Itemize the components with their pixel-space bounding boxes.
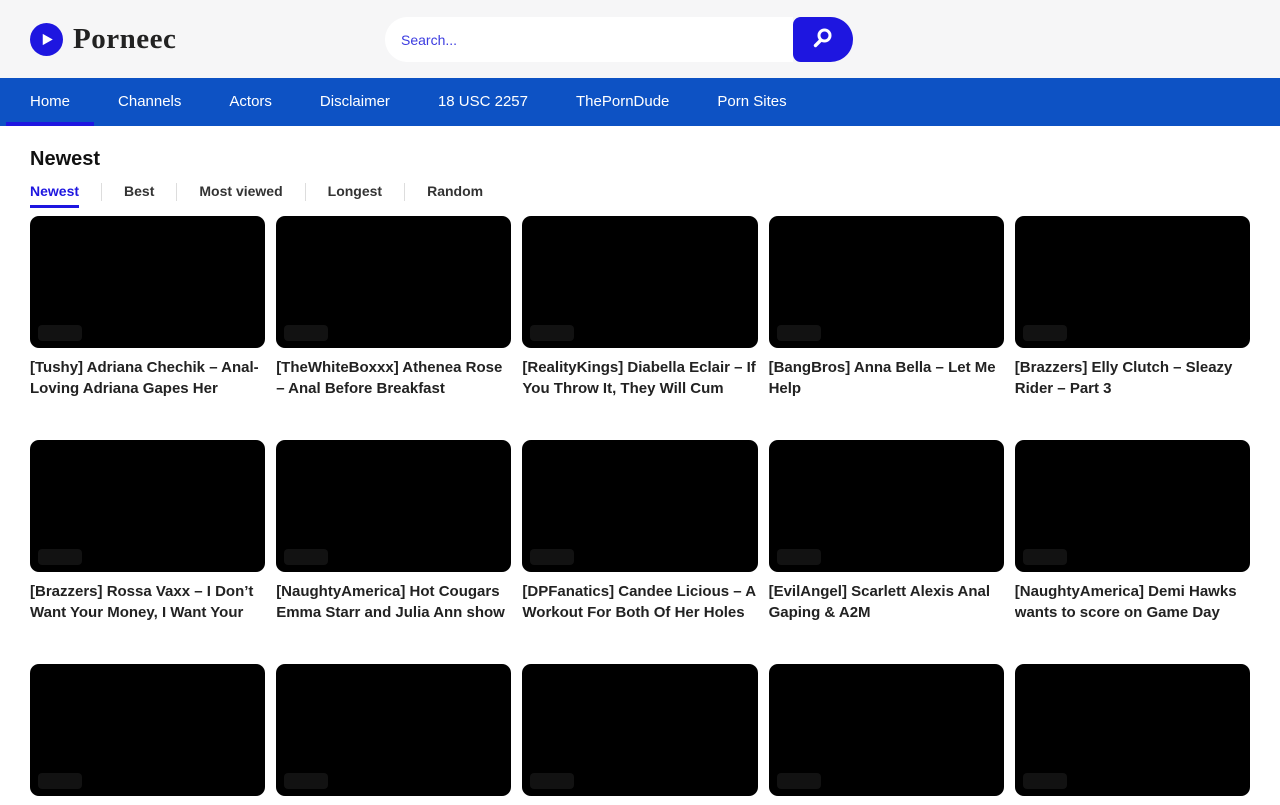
video-card[interactable]: [DPFanatics] Candee Licious – A Workout … xyxy=(522,440,757,623)
duration-badge xyxy=(284,549,328,565)
duration-badge xyxy=(38,773,82,789)
video-title[interactable]: [Brazzers] Elly Clutch – Sleazy Rider – … xyxy=(1015,357,1250,399)
video-thumbnail[interactable] xyxy=(30,664,265,796)
tab-divider xyxy=(305,183,306,201)
duration-badge xyxy=(38,549,82,565)
nav-item-18-usc-2257[interactable]: 18 USC 2257 xyxy=(414,78,552,126)
duration-badge xyxy=(38,325,82,341)
nav-item-porn-sites[interactable]: Porn Sites xyxy=(693,78,810,126)
video-title[interactable]: [BangBros] Anna Bella – Let Me Help xyxy=(769,357,1004,399)
video-thumbnail[interactable] xyxy=(769,440,1004,572)
nav-item-theporndude[interactable]: ThePornDude xyxy=(552,78,693,126)
video-thumbnail[interactable] xyxy=(30,216,265,348)
video-thumbnail[interactable] xyxy=(1015,440,1250,572)
video-thumbnail[interactable] xyxy=(30,440,265,572)
video-card[interactable] xyxy=(1015,664,1250,805)
tab-longest[interactable]: Longest xyxy=(328,183,382,208)
play-icon xyxy=(30,23,63,56)
duration-badge xyxy=(530,773,574,789)
tab-divider xyxy=(176,183,177,201)
video-card[interactable]: [TheWhiteBoxxx] Athenea Rose – Anal Befo… xyxy=(276,216,511,399)
video-card[interactable]: [EvilAngel] Scarlett Alexis Anal Gaping … xyxy=(769,440,1004,623)
video-title[interactable]: [TheWhiteBoxxx] Athenea Rose – Anal Befo… xyxy=(276,357,511,399)
duration-badge xyxy=(777,325,821,341)
video-thumbnail[interactable] xyxy=(276,216,511,348)
video-card[interactable]: [Brazzers] Elly Clutch – Sleazy Rider – … xyxy=(1015,216,1250,399)
video-card[interactable] xyxy=(276,664,511,805)
video-thumbnail[interactable] xyxy=(1015,216,1250,348)
video-thumbnail[interactable] xyxy=(522,216,757,348)
brand-name: Porneec xyxy=(73,23,176,56)
main-nav: Home Channels Actors Disclaimer 18 USC 2… xyxy=(0,78,1280,126)
duration-badge xyxy=(1023,325,1067,341)
search-input[interactable] xyxy=(385,17,793,62)
search-button[interactable] xyxy=(793,17,853,62)
tab-newest[interactable]: Newest xyxy=(30,183,79,208)
video-grid: [Tushy] Adriana Chechik – Anal-Loving Ad… xyxy=(30,216,1250,805)
duration-badge xyxy=(284,325,328,341)
video-thumbnail[interactable] xyxy=(522,664,757,796)
video-thumbnail[interactable] xyxy=(522,440,757,572)
duration-badge xyxy=(777,549,821,565)
duration-badge xyxy=(777,773,821,789)
nav-item-actors[interactable]: Actors xyxy=(205,78,296,126)
duration-badge xyxy=(530,549,574,565)
site-header: Porneec xyxy=(0,0,1280,78)
duration-badge xyxy=(1023,549,1067,565)
video-card[interactable] xyxy=(769,664,1004,805)
video-title[interactable]: [DPFanatics] Candee Licious – A Workout … xyxy=(522,581,757,623)
tab-divider xyxy=(404,183,405,201)
video-title[interactable]: [EvilAngel] Scarlett Alexis Anal Gaping … xyxy=(769,581,1004,623)
video-card[interactable]: [BangBros] Anna Bella – Let Me Help xyxy=(769,216,1004,399)
video-title[interactable]: [Brazzers] Rossa Vaxx – I Don’t Want You… xyxy=(30,581,265,623)
video-card[interactable]: [NaughtyAmerica] Demi Hawks wants to sco… xyxy=(1015,440,1250,623)
video-thumbnail[interactable] xyxy=(769,216,1004,348)
nav-item-channels[interactable]: Channels xyxy=(94,78,205,126)
brand-logo[interactable]: Porneec xyxy=(30,0,176,78)
tab-best[interactable]: Best xyxy=(124,183,154,208)
tab-random[interactable]: Random xyxy=(427,183,483,208)
video-card[interactable]: [Brazzers] Rossa Vaxx – I Don’t Want You… xyxy=(30,440,265,623)
main-content: Newest Newest Best Most viewed Longest R… xyxy=(0,149,1280,805)
nav-item-disclaimer[interactable]: Disclaimer xyxy=(296,78,414,126)
search-form xyxy=(385,17,853,62)
video-card[interactable]: [RealityKings] Diabella Eclair – If You … xyxy=(522,216,757,399)
tab-most-viewed[interactable]: Most viewed xyxy=(199,183,282,208)
nav-item-home[interactable]: Home xyxy=(6,78,94,126)
video-title[interactable]: [NaughtyAmerica] Demi Hawks wants to sco… xyxy=(1015,581,1250,623)
sort-tabs: Newest Best Most viewed Longest Random xyxy=(30,183,1250,208)
duration-badge xyxy=(284,773,328,789)
video-card[interactable]: [NaughtyAmerica] Hot Cougars Emma Starr … xyxy=(276,440,511,623)
video-card[interactable] xyxy=(30,664,265,805)
video-title[interactable]: [RealityKings] Diabella Eclair – If You … xyxy=(522,357,757,399)
video-thumbnail[interactable] xyxy=(276,664,511,796)
page-title: Newest xyxy=(30,149,1250,170)
video-thumbnail[interactable] xyxy=(1015,664,1250,796)
video-title[interactable]: [NaughtyAmerica] Hot Cougars Emma Starr … xyxy=(276,581,511,623)
tab-divider xyxy=(101,183,102,201)
video-thumbnail[interactable] xyxy=(769,664,1004,796)
duration-badge xyxy=(530,325,574,341)
video-title[interactable]: [Tushy] Adriana Chechik – Anal-Loving Ad… xyxy=(30,357,265,399)
search-icon xyxy=(811,26,835,53)
video-card[interactable] xyxy=(522,664,757,805)
duration-badge xyxy=(1023,773,1067,789)
video-card[interactable]: [Tushy] Adriana Chechik – Anal-Loving Ad… xyxy=(30,216,265,399)
video-thumbnail[interactable] xyxy=(276,440,511,572)
